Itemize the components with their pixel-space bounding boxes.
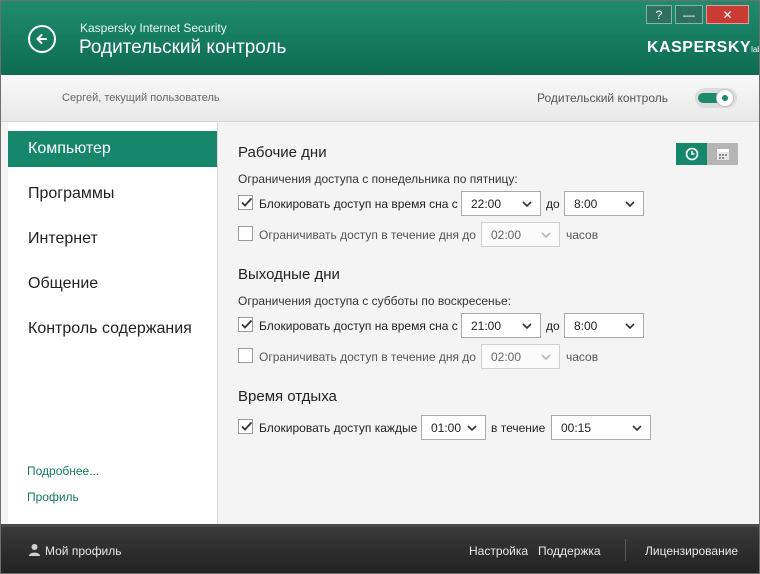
brand-name: KASPERSKY	[647, 39, 752, 56]
weekend-sleep-from-select[interactable]: 21:00	[461, 313, 541, 338]
workdays-daily-checkbox[interactable]	[238, 226, 253, 241]
time-mode-button[interactable]	[676, 143, 707, 165]
title-bar: Kaspersky Internet Security Родительский…	[1, 1, 759, 75]
minimize-button[interactable]: —	[675, 5, 703, 24]
rest-during-value: 00:15	[561, 421, 592, 435]
app-window: Kaspersky Internet Security Родительский…	[0, 0, 760, 574]
checkmark-icon	[241, 319, 253, 329]
rest-block-checkbox[interactable]	[238, 419, 253, 434]
rest-every-select[interactable]: 01:00	[421, 415, 486, 440]
rest-every-value: 01:00	[431, 421, 462, 435]
chevron-down-icon	[541, 354, 551, 361]
workdays-daily-unit: часов	[566, 228, 599, 242]
weekend-daily-row: Ограничивать доступ в течение дня до 02:…	[238, 344, 618, 370]
workdays-daily-row: Ограничивать доступ в течение дня до 02:…	[238, 222, 618, 248]
sidebar: Компьютер Программы Интернет Общение Кон…	[8, 122, 218, 524]
help-button[interactable]: ?	[646, 5, 672, 24]
workdays-daily-label: Ограничивать доступ в течение дня до	[259, 228, 476, 242]
weekend-sleep-to-label: до	[546, 319, 560, 333]
footer-bar: Мой профиль Настройка Поддержка Лицензир…	[1, 524, 759, 573]
workdays-sleep-label: Блокировать доступ на время сна с	[259, 197, 458, 211]
sidebar-item-internet[interactable]: Интернет	[8, 221, 217, 257]
workdays-sleep-to-value: 8:00	[574, 197, 598, 211]
weekend-daily-checkbox[interactable]	[238, 348, 253, 363]
rest-during-select[interactable]: 00:15	[551, 415, 651, 440]
sidebar-item-communication[interactable]: Общение	[8, 266, 217, 302]
rest-block-row: Блокировать доступ каждые 01:00 в течени…	[238, 415, 658, 441]
weekend-sleep-row: Блокировать доступ на время сна с 21:00 …	[238, 313, 648, 339]
weekend-sleep-to-select[interactable]: 8:00	[564, 313, 644, 338]
workdays-sleep-to-select[interactable]: 8:00	[564, 191, 644, 216]
close-button[interactable]: ✕	[706, 5, 749, 24]
workdays-sleep-row: Блокировать доступ на время сна с 22:00 …	[238, 191, 648, 217]
support-link[interactable]: Поддержка	[538, 544, 601, 558]
sidebar-item-programs[interactable]: Программы	[8, 176, 217, 212]
licensing-link[interactable]: Лицензирование	[645, 544, 738, 558]
chevron-down-icon	[522, 323, 532, 330]
more-info-link[interactable]: Подробнее...	[27, 464, 99, 478]
parental-control-label: Родительский контроль	[537, 91, 668, 105]
settings-link[interactable]: Настройка	[469, 544, 528, 558]
weekend-daily-limit-value: 02:00	[491, 350, 522, 364]
calendar-mode-button[interactable]	[707, 143, 738, 165]
chevron-down-icon	[625, 323, 635, 330]
parental-control-toggle[interactable]	[695, 88, 737, 108]
footer-divider	[625, 539, 626, 561]
sidebar-item-content-control[interactable]: Контроль содержания	[8, 311, 217, 347]
main-panel: Рабочие дни Ограничения доступа с понеде…	[218, 122, 759, 524]
weekend-daily-label: Ограничивать доступ в течение дня до	[259, 350, 476, 364]
workdays-title: Рабочие дни	[238, 144, 327, 161]
weekend-sleep-from-value: 21:00	[471, 319, 502, 333]
user-bar: Сергей, текущий пользователь Родительски…	[1, 75, 759, 122]
chevron-down-icon	[625, 201, 635, 208]
calendar-icon	[717, 149, 729, 160]
chevron-down-icon	[522, 201, 532, 208]
workdays-sleep-to-label: до	[546, 197, 560, 211]
app-name: Kaspersky Internet Security	[80, 21, 227, 35]
checkmark-icon	[241, 197, 253, 207]
rest-time-title: Время отдыха	[238, 388, 337, 405]
weekend-title: Выходные дни	[238, 266, 340, 283]
clock-icon	[685, 147, 699, 161]
weekend-daily-limit-select[interactable]: 02:00	[481, 344, 560, 369]
sidebar-item-computer[interactable]: Компьютер	[8, 131, 217, 167]
view-mode-switch	[676, 143, 738, 165]
weekend-sleep-checkbox[interactable]	[238, 317, 253, 332]
chevron-down-icon	[467, 425, 477, 432]
toggle-knob	[716, 89, 734, 107]
weekend-sleep-label: Блокировать доступ на время сна с	[259, 319, 458, 333]
chevron-down-icon	[541, 232, 551, 239]
brand-logo: KASPERSKYlab	[647, 39, 759, 57]
profile-link[interactable]: Профиль	[27, 490, 79, 504]
checkmark-icon	[241, 421, 253, 431]
back-arrow-icon	[36, 34, 47, 44]
workdays-daily-limit-select[interactable]: 02:00	[481, 222, 560, 247]
back-button[interactable]	[28, 25, 56, 53]
weekend-sleep-to-value: 8:00	[574, 319, 598, 333]
brand-suffix: lab	[751, 45, 759, 54]
my-profile-link[interactable]: Мой профиль	[45, 544, 122, 558]
workdays-description: Ограничения доступа с понедельника по пя…	[238, 172, 518, 186]
workdays-daily-limit-value: 02:00	[491, 228, 522, 242]
workdays-sleep-checkbox[interactable]	[238, 195, 253, 210]
workdays-sleep-from-value: 22:00	[471, 197, 502, 211]
page-title: Родительский контроль	[79, 37, 287, 58]
current-user: Сергей, текущий пользователь	[62, 92, 220, 104]
rest-during-label: в течение	[491, 421, 546, 435]
weekend-daily-unit: часов	[566, 350, 599, 364]
profile-icon	[29, 544, 40, 556]
chevron-down-icon	[632, 425, 642, 432]
rest-block-label: Блокировать доступ каждые	[259, 421, 418, 435]
workdays-sleep-from-select[interactable]: 22:00	[461, 191, 541, 216]
weekend-description: Ограничения доступа с субботы по воскрес…	[238, 294, 511, 308]
